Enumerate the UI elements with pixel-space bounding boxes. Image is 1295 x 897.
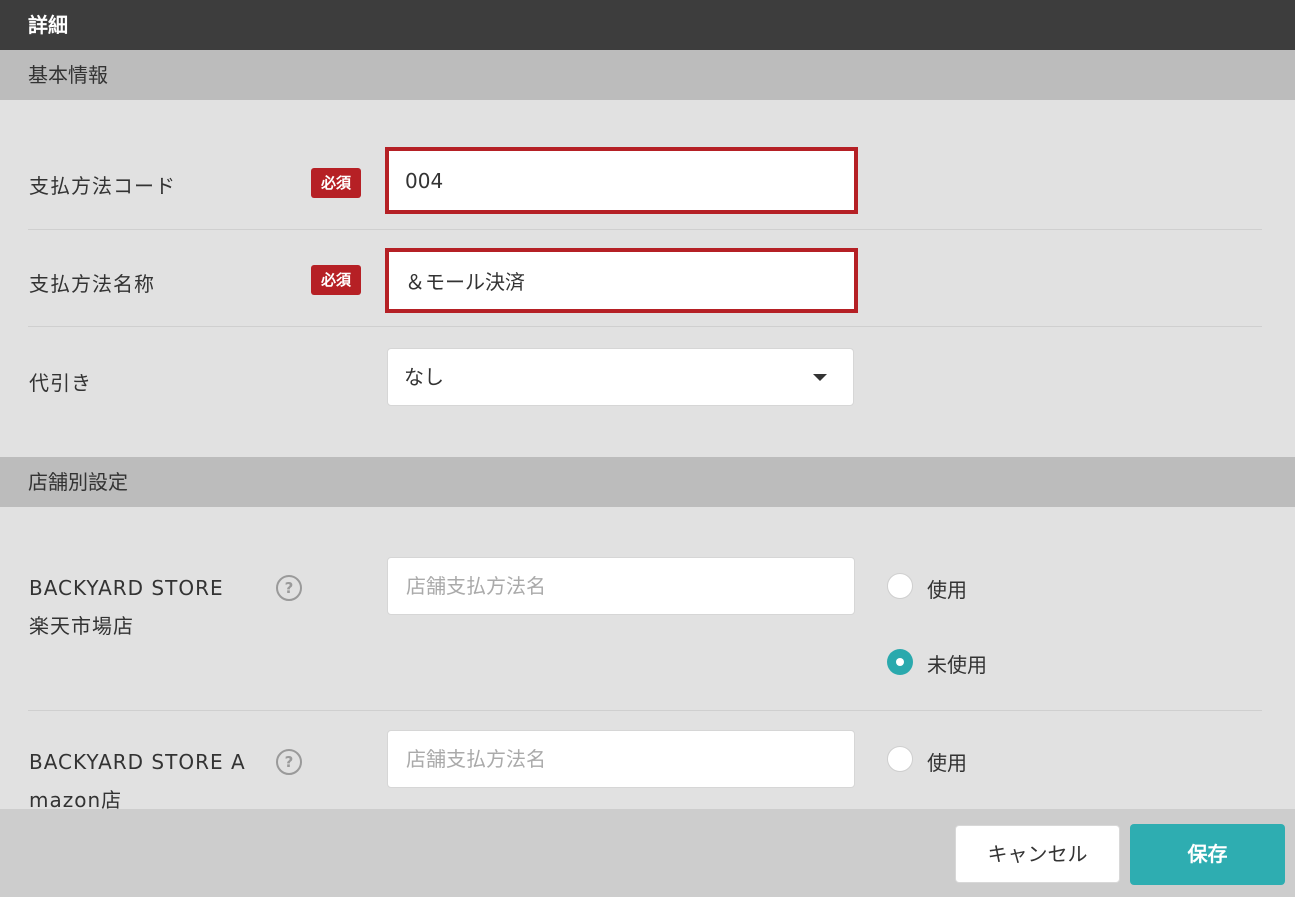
cancel-button[interactable]: キャンセル (955, 825, 1120, 883)
store-name-line2: 楽天市場店 (29, 614, 134, 638)
help-icon[interactable]: ? (276, 749, 302, 775)
radio-unused-label: 未使用 (927, 653, 987, 677)
payment-name-input[interactable] (385, 248, 858, 313)
radio-use-label: 使用 (927, 578, 967, 602)
help-icon[interactable]: ? (276, 575, 302, 601)
store-payment-name-input[interactable] (387, 730, 855, 788)
required-badge: 必須 (311, 168, 361, 198)
required-badge: 必須 (311, 265, 361, 295)
store-name-line1: BACKYARD STORE (29, 576, 224, 600)
radio-unused[interactable] (887, 649, 913, 675)
dialog-title: 詳細 (0, 0, 1295, 50)
section-header-basic: 基本情報 (0, 50, 1295, 100)
row-divider (28, 710, 1262, 711)
payment-code-input[interactable] (385, 147, 858, 214)
radio-use[interactable] (887, 573, 913, 599)
payment-name-label: 支払方法名称 (29, 272, 155, 296)
store-name-line1: BACKYARD STORE A (29, 750, 246, 774)
cod-select-value: なし (404, 365, 444, 389)
dropdown-arrow-icon (813, 374, 827, 381)
radio-use-label: 使用 (927, 751, 967, 775)
cod-select[interactable]: なし (387, 348, 854, 406)
cod-label: 代引き (29, 371, 92, 395)
save-button[interactable]: 保存 (1130, 824, 1285, 885)
radio-use[interactable] (887, 746, 913, 772)
row-divider (28, 326, 1262, 327)
section-header-store: 店舗別設定 (0, 457, 1295, 507)
row-divider (28, 229, 1262, 230)
store-payment-name-input[interactable] (387, 557, 855, 615)
payment-code-label: 支払方法コード (29, 174, 176, 198)
